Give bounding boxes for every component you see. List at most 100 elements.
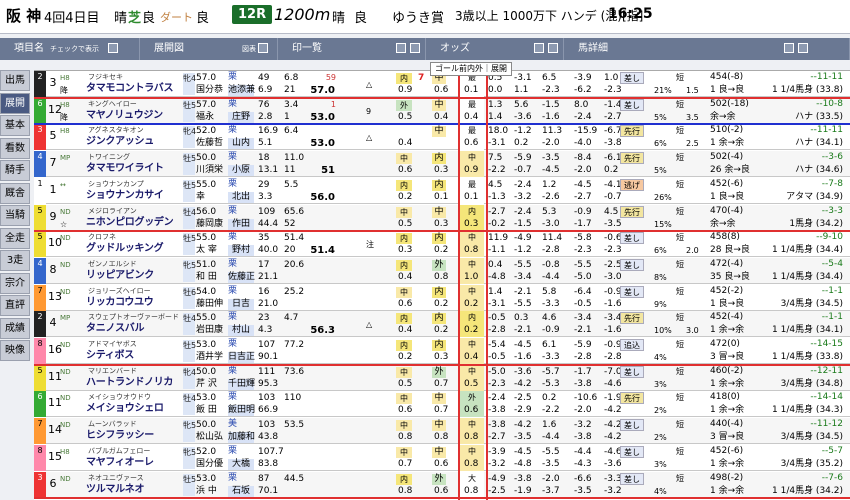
table-row[interactable]: 3 5 H8 アグネスタキオン ジンクアッシュ 牝4 52.0 佐藤哲栗山内 16.9 5.1 6.… — [34, 124, 850, 151]
last-run-pos: --5-7 — [821, 445, 843, 456]
odds-value-b: -4.8 — [514, 458, 532, 469]
table-row[interactable]: 3 6 ND ネオユニヴァース ツルマルネオ 牡5 53.0 浜 中栗石坂 87 70.1 44.5… — [34, 471, 850, 498]
horse-name[interactable]: ジンクアッシュ — [86, 136, 154, 147]
trainer-name[interactable]: 北出 — [228, 191, 254, 203]
trainer-name[interactable]: 佐藤正 — [228, 271, 255, 283]
trainer-name[interactable]: 飯田明 — [228, 405, 255, 417]
horse-name[interactable]: マヤノリュウジン — [86, 110, 163, 121]
jockey-name[interactable]: 酒井学 — [196, 352, 223, 363]
odds-value: -0.9 — [574, 206, 592, 217]
horse-name[interactable]: ハートランドノリカ — [86, 377, 173, 388]
toggle-icon[interactable] — [548, 43, 558, 53]
sidebar-item[interactable]: 出馬 — [0, 70, 30, 91]
jockey-name[interactable]: 国分優 — [196, 459, 223, 470]
sidebar-item[interactable]: 映像 — [0, 340, 30, 361]
horse-name[interactable]: タニノスバル — [86, 323, 145, 334]
trainer-name[interactable]: 小原 — [228, 165, 254, 177]
table-row[interactable]: 4 7 MP トワイニング タマモワイライト 牡5 50.0 川須栄栗小原 18 13.1 11.0… — [34, 151, 850, 178]
trainer-name[interactable]: 石坂 — [228, 485, 254, 497]
sidebar-item[interactable]: 宗介 — [0, 272, 30, 294]
last-run-pos: --14-14 — [810, 392, 843, 403]
sidebar-item[interactable]: 3走 — [0, 250, 30, 271]
horse-name[interactable]: グッドルッキング — [86, 243, 164, 254]
horse-name[interactable]: ショウナンカサイ — [86, 190, 164, 201]
odds-value: -0.5 — [488, 313, 506, 324]
table-row[interactable]: 5 11 ND マリエンバード ハートランドノリカ 牝4 50.0 芹 沢栗千田輝 111 95.… — [34, 364, 850, 391]
table-row[interactable]: 6 11 ND メイショウオウドウ メイショウシェロ 牡4 53.0 飯 田栗飯田明 103 66… — [34, 391, 850, 418]
horse-name[interactable]: ヒシフラッシー — [86, 430, 154, 441]
horse-name[interactable]: マヤフィオーレ — [86, 457, 154, 468]
jockey-name[interactable]: 岩田康 — [196, 325, 223, 336]
toggle-icon[interactable] — [784, 43, 794, 53]
trainer-name[interactable]: 大橋 — [228, 458, 254, 470]
col-horse-detail[interactable]: 馬詳細 — [564, 38, 850, 60]
rank-value: 0.9 — [464, 165, 479, 176]
horse-name[interactable]: ニホンピログッデン — [86, 217, 174, 228]
toggle-icon[interactable] — [410, 43, 420, 53]
trainer-name[interactable]: 山内 — [228, 138, 254, 150]
table-row[interactable]: 6 12 降 H8 キングヘイロー マヤノリュウジン 牡5 57.0 福永 栗庄野 76 2.8 3.4… — [34, 97, 850, 124]
sidebar-item[interactable]: 騎手 — [0, 160, 30, 181]
jockey-name[interactable]: 松山弘 — [196, 432, 223, 443]
sidebar-item[interactable]: 当騎 — [0, 205, 30, 226]
trainer-name[interactable]: 庄野 — [228, 111, 254, 123]
table-row[interactable]: 4 8 ND ゼンノエルシド リッピアビンク 牝5 51.0 和 田栗佐藤正 17 21.1 20.… — [34, 257, 850, 284]
jockey-name[interactable]: 浜 中 — [196, 486, 217, 497]
jockey-name[interactable]: 和 田 — [196, 272, 217, 283]
table-row[interactable]: 8 16 ND アドマイヤボス シティボス 牡5 53.0 酒井学栗日吉正 107 90.1 77.… — [34, 338, 850, 364]
jockey-name[interactable]: 佐藤哲 — [196, 138, 223, 149]
sidebar-item[interactable]: 成績 — [0, 317, 30, 339]
mark-symbol: ☆ — [60, 219, 68, 229]
sidebar-item[interactable]: 全走 — [0, 227, 30, 249]
sidebar-item[interactable]: 展開 — [0, 92, 30, 114]
horse-name[interactable]: ツルマルネオ — [86, 484, 145, 495]
jockey-name[interactable]: 藤岡康 — [196, 219, 223, 230]
table-row[interactable]: 5 9 ☆ ND メジロライアン ニホンピログッデン 牡4 56.0 藤岡康栗作田 109 44.4… — [34, 204, 850, 231]
jockey-name[interactable]: 太 宰 — [196, 245, 217, 256]
trainer-name[interactable]: 日吉正 — [228, 352, 255, 363]
jockey-name[interactable]: 福永 — [196, 112, 214, 123]
horse-name[interactable]: タマモワイライト — [86, 163, 164, 174]
trainer-name[interactable]: 池添兼 — [228, 85, 255, 96]
jockey-name[interactable]: 川須栄 — [196, 165, 223, 176]
horse-name[interactable]: メイショウシェロ — [86, 403, 164, 414]
col-items[interactable]: 項目名 チェックで表示 — [0, 38, 140, 60]
horse-name[interactable]: タマモコントラバス — [86, 83, 174, 94]
trainer-name[interactable]: 村山 — [228, 325, 254, 337]
horse-name[interactable]: リッカコウユウ — [86, 297, 154, 308]
horse-name[interactable]: シティボス — [86, 350, 134, 361]
toggle-icon[interactable] — [534, 43, 544, 53]
trainer-name[interactable]: 野村 — [228, 245, 254, 257]
toggle-icon[interactable] — [396, 43, 406, 53]
col-marks[interactable]: 印一覧 — [278, 38, 426, 60]
jockey-name[interactable]: 芹 沢 — [196, 379, 217, 390]
trainer-name[interactable]: 日吉 — [228, 298, 254, 310]
horse-weight: 510(-2) — [710, 125, 744, 136]
table-row[interactable]: 5 10 ND クロフネ グッドルッキング 牡5 55.0 太 宰栗野村 35 40.0 51.4 2… — [34, 231, 850, 258]
jockey-name[interactable]: 国分恭 — [196, 85, 223, 96]
toggle-icon[interactable] — [798, 43, 808, 53]
toggle-icon[interactable] — [258, 43, 268, 53]
jockey-name[interactable]: 藤田伸 — [196, 299, 223, 310]
jockey-name[interactable]: 幸 — [196, 192, 205, 203]
table-row[interactable]: 2 4 MP スウェプトオーヴァーボード タニノスバル 牡4 55.0 岩田康栗村山 23 4.3… — [34, 311, 850, 338]
horse-name[interactable]: リッピアビンク — [86, 270, 154, 281]
trainer-name[interactable]: 千田輝 — [228, 378, 255, 390]
col-odds[interactable]: オッズ — [426, 38, 564, 60]
table-row[interactable]: 7 14 ND ムーンバラッド ヒシフラッシー 牝5 50.0 松山弘美加藤和 103 43.8 5… — [34, 418, 850, 445]
sidebar-item[interactable]: 基本 — [0, 115, 30, 136]
sire-name: マリエンバード — [88, 366, 137, 375]
table-row[interactable]: 1 1 ↔ ショウナンカンプ ショウナンカサイ 牡5 55.0 幸栗北出 29 3.3 5.5 56.… — [34, 177, 850, 204]
trainer-name[interactable]: 加藤和 — [228, 432, 255, 444]
sidebar-item[interactable]: 厩舎 — [0, 182, 30, 204]
col-tenkaizu[interactable]: 展開図 図表 — [140, 38, 278, 60]
jockey-name[interactable]: 飯 田 — [196, 405, 217, 416]
sidebar-item[interactable]: 看数 — [0, 137, 30, 159]
trainer-name[interactable]: 作田 — [228, 218, 254, 230]
table-row[interactable]: 8 15 H8 バブルガムフェロー マヤフィオーレ 牝5 52.0 国分優栗大橋 107.7 83… — [34, 444, 850, 471]
table-row[interactable]: 7 13 ND ジョリーズヘイロー リッカコウユウ 牡6 54.0 藤田伸栗日吉 16 21.0 2… — [34, 284, 850, 311]
position-chip: 内 — [396, 179, 412, 191]
checkbox-icon[interactable] — [108, 43, 118, 53]
sidebar-item[interactable]: 直評 — [0, 295, 30, 316]
odds-value-b: -2.2 — [488, 165, 506, 176]
